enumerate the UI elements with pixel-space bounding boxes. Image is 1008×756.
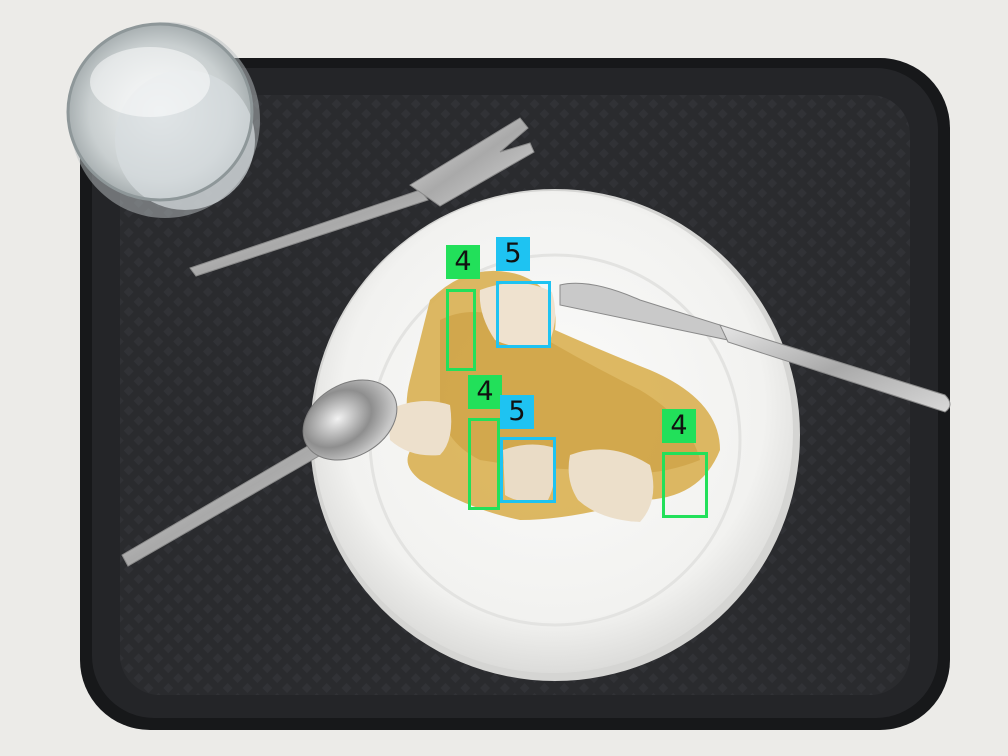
detection-box-chicken-1 (496, 281, 551, 348)
detection-label-5: 4 (662, 409, 696, 443)
detection-label-3: 4 (468, 375, 502, 409)
detection-box-rice-2 (468, 418, 500, 510)
detection-box-rice-1 (446, 289, 476, 371)
detection-label-2: 5 (496, 237, 530, 271)
detection-label-1: 4 (446, 245, 480, 279)
detection-label-4: 5 (500, 395, 534, 429)
detection-box-chicken-2 (500, 437, 556, 503)
photo-scene (66, 22, 951, 730)
detection-box-rice-3 (662, 452, 708, 518)
